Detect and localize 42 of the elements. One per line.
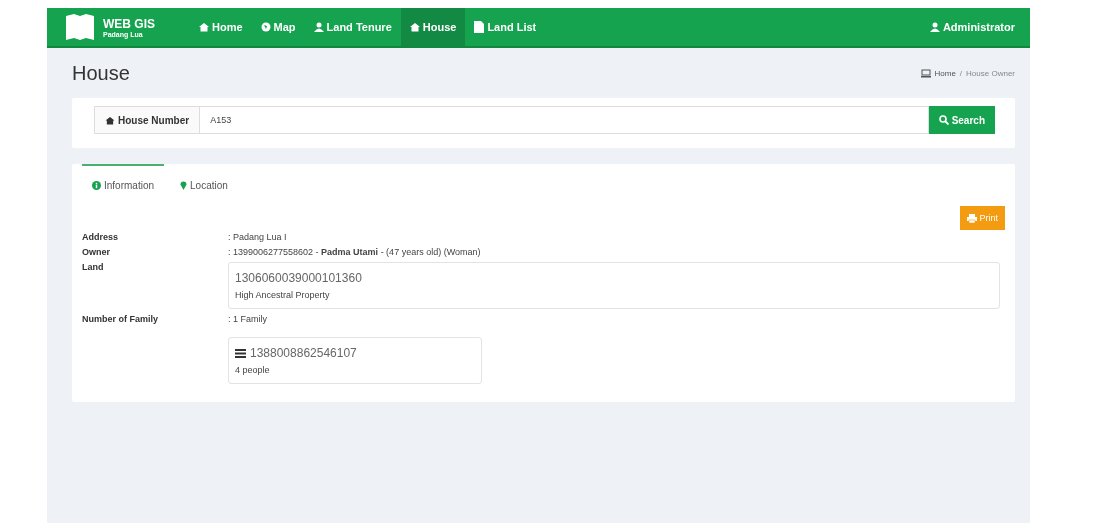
nav-link[interactable]: House [400, 8, 466, 46]
nav-link[interactable]: Land Tenure [304, 8, 401, 46]
land-type: High Ancestral Property [235, 290, 331, 300]
house-number-field[interactable]: A153 [200, 106, 929, 134]
field-value: : Padang Lua I [228, 232, 288, 242]
tab[interactable]: Information [82, 164, 165, 204]
home-icon [199, 22, 209, 32]
field-label: Number of Family [82, 314, 159, 324]
land-code: 1306060039000101360 [235, 271, 363, 285]
family-members: 4 people [235, 365, 271, 375]
print-button[interactable]: Print [960, 206, 1005, 230]
search-button[interactable]: Search [928, 106, 995, 134]
home-icon [105, 115, 115, 125]
page-title: House [72, 61, 130, 85]
field-value: : 1399006277558602 - Padma Utami - (47 years old) (Woman) [228, 247, 482, 257]
field-label: Address [82, 232, 119, 242]
home-icon [409, 22, 420, 32]
file-icon [474, 21, 485, 33]
monitor-icon [920, 68, 931, 78]
family-card-code: 1388008862546107 [250, 346, 357, 360]
nav-link[interactable]: Land List [465, 8, 546, 46]
printer-icon [967, 213, 978, 223]
breadcrumb-link[interactable]: Home [934, 68, 956, 78]
nav-link[interactable]: Home [190, 8, 252, 46]
search-icon [938, 115, 949, 125]
user-icon [313, 22, 324, 32]
house-number-label: House Number [94, 106, 201, 134]
map-pin-icon [180, 180, 188, 190]
tab[interactable]: Location [170, 164, 238, 204]
nav-link[interactable]: Map [251, 8, 305, 46]
field-value: : 1 Family [228, 314, 268, 324]
breadcrumb-separator: / [959, 68, 963, 78]
field-label: Owner [82, 247, 111, 257]
user-icon [929, 22, 940, 32]
list-icon [235, 348, 246, 358]
globe-icon [260, 22, 271, 32]
breadcrumb-current: House Owner [966, 68, 1015, 78]
user-menu[interactable]: Administrator [920, 8, 1030, 46]
brand-title: WEB GIS [103, 16, 155, 31]
info-icon [92, 180, 101, 190]
map-logo-icon [65, 13, 95, 41]
field-label: Land [82, 262, 105, 274]
